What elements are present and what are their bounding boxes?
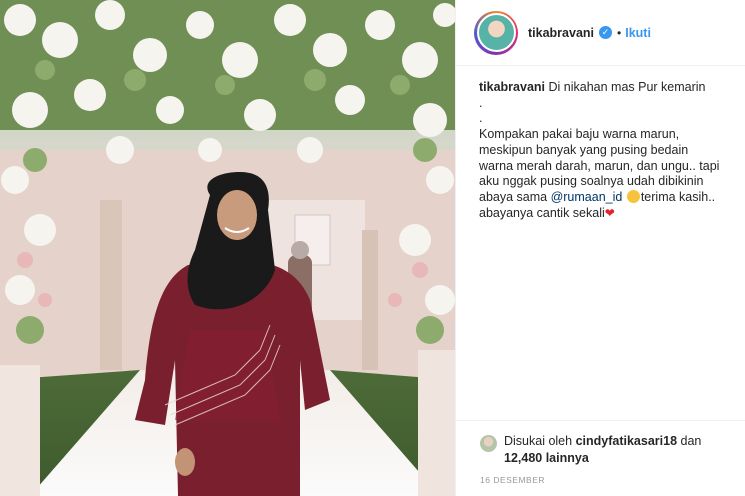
post-caption: tikabravani Di nikahan mas Pur kemarin .… [479,80,734,221]
author-username[interactable]: tikabravani [528,26,594,40]
post-date[interactable]: 16 DESEMBER [480,475,545,485]
caption-line-6-end: terima kasih.. [640,189,716,204]
likes-section: Disukai oleh cindyfatikasari18 dan 12,48… [456,420,745,496]
post-photo[interactable] [0,0,455,496]
author-avatar[interactable] [474,10,518,55]
caption-line-3: meskipun banyak yang pusing bedain [479,142,689,157]
caption-line-6-start: abaya sama [479,189,551,204]
post-side-panel: tikabravani ✓ • Ikuti tikabravani Di nik… [455,0,745,496]
likes-conj: dan [677,434,702,448]
follow-button[interactable]: Ikuti [625,26,651,40]
caption-line-6: abaya sama @rumaan_id terima kasih.. [479,189,734,206]
liker-username[interactable]: cindyfatikasari18 [576,434,677,448]
wedding-photo-illustration [0,0,455,496]
verified-badge-icon: ✓ [599,26,613,39]
caption-dot-1: . [479,95,483,110]
mention-link[interactable]: @rumaan_id [551,190,623,204]
grin-emoji-icon [626,189,640,203]
caption-line-1: tikabravani Di nikahan mas Pur kemarin [479,80,734,96]
likes-summary: Disukai oleh cindyfatikasari18 dan 12,48… [504,433,734,467]
caption-line-5: aku nggak pusing soalnya udah dibikinin [479,174,704,189]
likes-count[interactable]: 12,480 lainnya [504,451,589,465]
separator-dot: • [617,25,622,40]
caption-line-7-text: abayanya cantik sekali [479,205,605,220]
likes-prefix: Disukai oleh [504,434,576,448]
caption-line-2: Kompakan pakai baju warna marun, [479,127,680,142]
caption-text: Di nikahan mas Pur kemarin [548,80,706,94]
caption-line-7: abayanya cantik sekali❤ [479,206,734,222]
heart-emoji-icon: ❤ [604,205,615,220]
post-header: tikabravani ✓ • Ikuti [456,0,745,66]
caption-line-4: warna merah darah, marun, dan ungu.. tap… [479,158,720,173]
liker-avatar[interactable] [480,435,497,452]
caption-dot-2: . [479,111,483,126]
caption-username[interactable]: tikabravani [479,80,545,94]
author-avatar-image [476,13,516,52]
